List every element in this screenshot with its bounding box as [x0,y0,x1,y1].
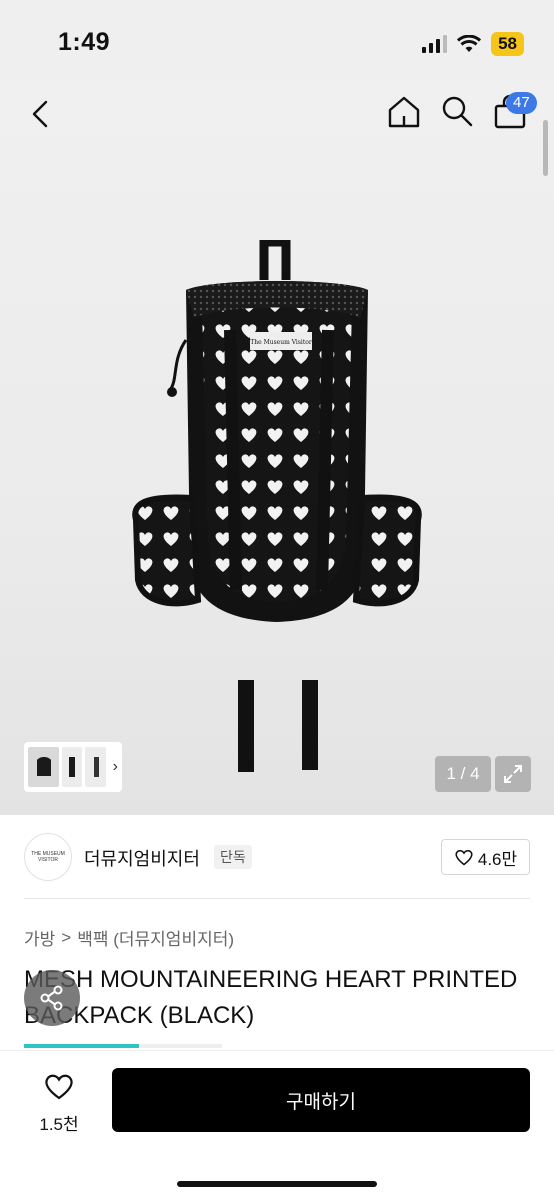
status-time: 1:49 [58,28,111,56]
scroll-indicator [543,120,548,176]
cart-count-badge: 47 [506,92,537,114]
logo-label: The Museum Visitor [250,339,312,346]
thumbnail-image [93,757,99,777]
breadcrumb-category[interactable]: 가방 [24,925,55,950]
expand-icon [504,765,522,783]
exclusive-badge: 단독 [214,845,252,869]
brand-logo[interactable]: THE MUSEUM VISITOR [24,833,72,881]
brand-like-count: 4.6만 [477,849,518,869]
brand-like-button[interactable]: 4.6만 [441,839,530,875]
share-button[interactable] [24,970,80,1026]
scroll-progress-fill [24,1044,139,1048]
search-icon[interactable] [440,94,474,128]
expand-button[interactable] [495,756,531,792]
breadcrumb: 가방 > 백팩 (더뮤지엄비지터) [24,925,234,950]
signal-icon [422,35,448,53]
heart-icon [455,849,473,866]
battery-indicator: 58 [491,32,524,56]
buy-button[interactable]: 구매하기 [112,1068,530,1132]
thumbnail-image [69,757,76,777]
back-icon[interactable] [26,98,58,130]
wifi-icon [457,35,482,52]
brand-name[interactable]: 더뮤지엄비지터 [84,845,200,871]
chevron-right-icon[interactable]: › [113,758,118,776]
product-gallery[interactable]: 47 The Museum Visitor › 1 / 4 [0,80,554,815]
divider [24,898,530,899]
thumbnail-1[interactable] [28,747,60,787]
brand-row: THE MUSEUM VISITOR 더뮤지엄비지터 단독 4.6만 [0,815,554,899]
brand-logo-text: THE MUSEUM VISITOR [31,851,65,863]
thumbnail-3[interactable] [85,747,106,787]
scroll-progress [24,1044,222,1048]
status-icons: 58 [422,32,524,56]
breadcrumb-separator: > [61,927,72,947]
product-title: MESH MOUNTAINEERING HEART PRINTED BACKPA… [24,966,518,1029]
share-icon [40,985,63,1011]
breadcrumb-subcategory[interactable]: 백팩 (더뮤지엄비지터) [77,925,234,950]
home-icon[interactable] [386,94,422,130]
thumbnail-image [36,757,51,776]
heart-icon [45,1074,73,1100]
image-pager: 1 / 4 [435,756,491,792]
thumbnail-strip[interactable]: › [24,742,122,792]
wishlist-count: 1.5천 [39,1115,79,1134]
home-indicator [177,1181,377,1187]
wishlist-button[interactable]: 1.5천 [30,1071,88,1135]
thumbnail-2[interactable] [62,747,83,787]
bottom-action-bar: 1.5천 구매하기 [0,1050,554,1200]
status-bar: 1:49 58 [0,0,554,80]
product-image: The Museum Visitor [132,240,422,772]
